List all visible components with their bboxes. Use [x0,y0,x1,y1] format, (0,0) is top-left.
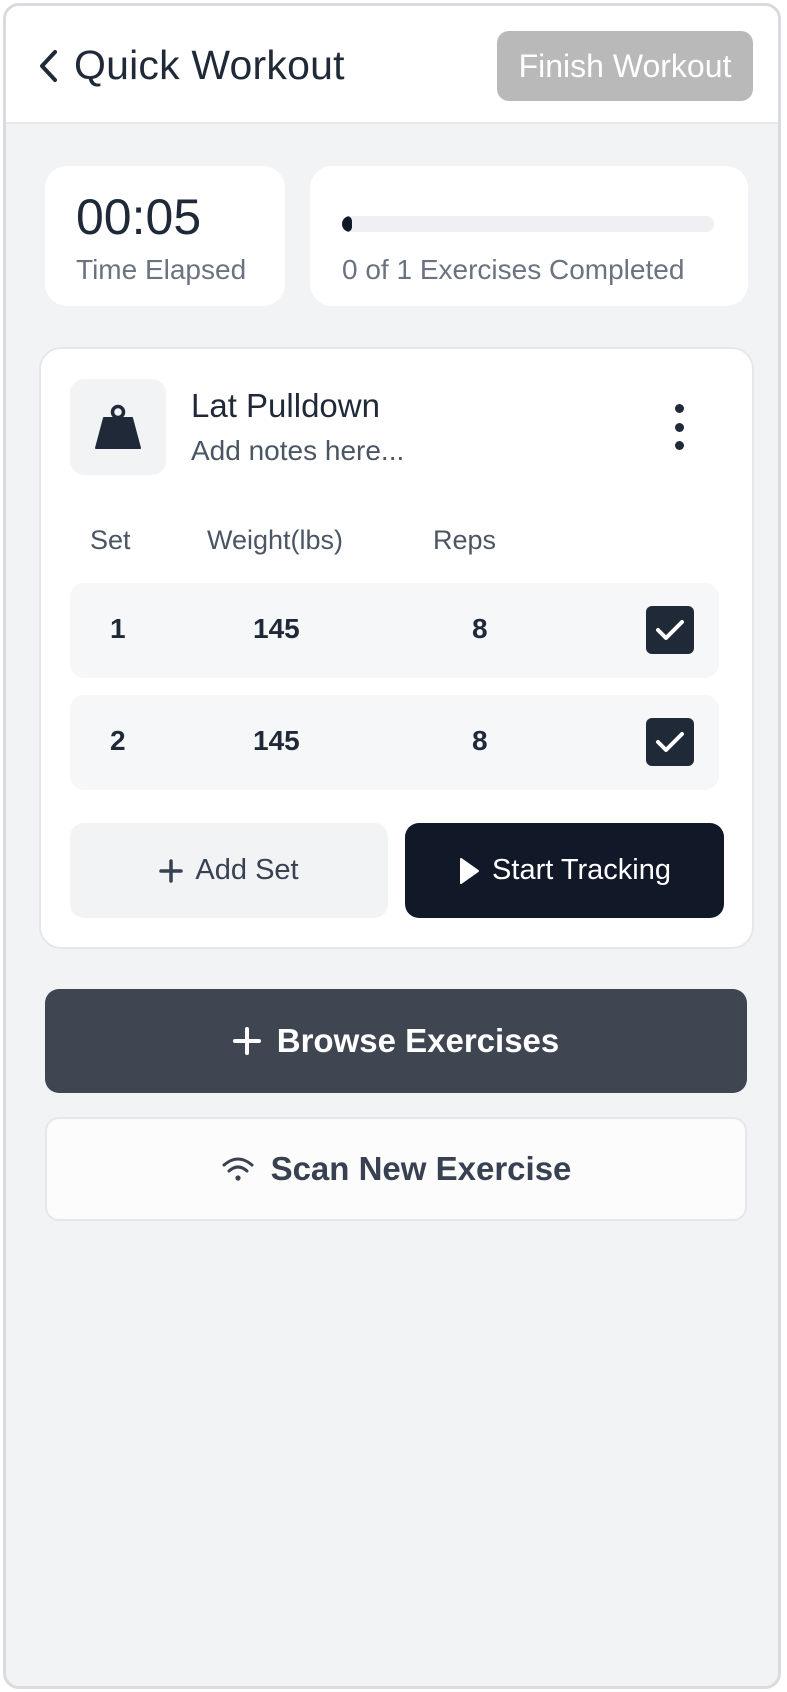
progress-bar-fill [342,216,352,232]
start-tracking-label: Start Tracking [492,854,671,886]
set-number: 1 [110,613,126,644]
start-tracking-button[interactable]: Start Tracking [405,823,724,918]
add-set-button[interactable]: Add Set [70,823,388,918]
exercise-notes-field[interactable]: Add notes here... [191,435,404,467]
app-header: Quick Workout Finish Workout [6,6,778,124]
plus-icon [159,858,184,883]
exercise-icon-box [70,379,166,475]
progress-card: 0 of 1 Exercises Completed [310,166,748,306]
weight-icon [95,404,141,449]
page-title: Quick Workout [74,42,345,88]
plus-icon [232,1027,261,1055]
set-complete-checkbox[interactable] [646,606,694,654]
scan-new-exercise-label: Scan New Exercise [270,1150,572,1187]
back-button[interactable] [34,46,64,86]
time-elapsed-card: 00:05 Time Elapsed [45,166,285,306]
scan-new-exercise-button[interactable]: Scan New Exercise [45,1117,747,1221]
set-row: 2 145 8 [70,695,719,790]
set-reps[interactable]: 8 [472,613,488,645]
more-vertical-icon [674,404,684,413]
exercise-card: Lat Pulldown Add notes here... Set Weigh… [39,347,754,949]
more-vertical-icon-dot [674,422,684,432]
set-complete-checkbox[interactable] [646,718,694,766]
chevron-left-icon [40,50,57,82]
browse-exercises-label: Browse Exercises [276,1022,560,1059]
check-icon [656,732,684,752]
set-number: 2 [110,725,126,756]
finish-workout-button[interactable]: Finish Workout [497,31,753,101]
column-header-weight: Weight(lbs) [207,525,344,555]
app-frame: Quick Workout Finish Workout 00:05 Time … [3,3,781,1689]
more-vertical-icon-dot [674,441,684,450]
progress-label: 0 of 1 Exercises Completed [342,254,685,285]
set-row: 1 145 8 [70,583,719,678]
wifi-icon [221,1156,255,1182]
set-weight[interactable]: 145 [253,725,300,757]
column-header-reps: Reps [433,525,497,555]
more-options-button[interactable] [666,404,692,450]
browse-exercises-button[interactable]: Browse Exercises [45,989,747,1093]
set-weight[interactable]: 145 [253,613,300,645]
set-reps[interactable]: 8 [472,725,488,757]
column-header-set: Set [90,525,131,555]
play-icon [458,857,480,885]
timer-value: 00:05 [76,189,202,245]
timer-label: Time Elapsed [76,254,247,285]
add-set-label: Add Set [195,854,299,886]
check-icon [656,620,684,640]
exercise-name: Lat Pulldown [191,387,380,424]
progress-bar [342,216,714,232]
